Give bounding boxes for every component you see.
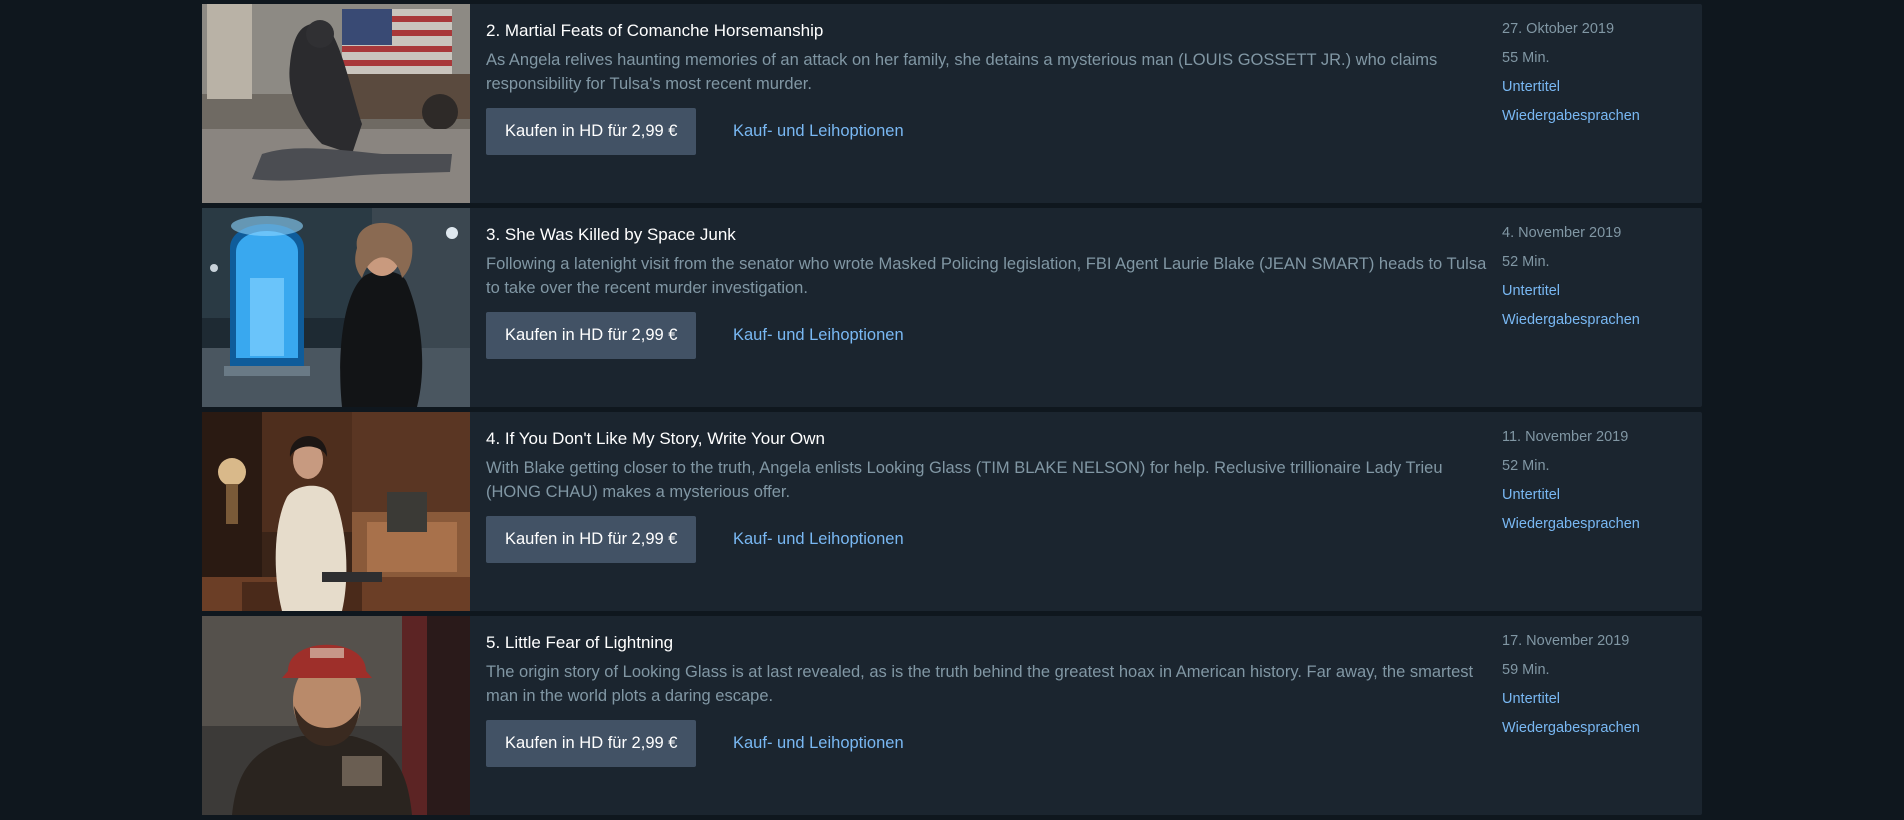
- buy-hd-button[interactable]: Kaufen in HD für 2,99 €: [486, 720, 697, 767]
- episode-synopsis: As Angela relives haunting memories of a…: [486, 51, 1438, 93]
- buy-hd-button[interactable]: Kaufen in HD für 2,99 €: [486, 312, 697, 359]
- purchase-options-link[interactable]: Kauf- und Leihoptionen: [733, 720, 904, 767]
- release-date: 4. November 2019: [1502, 225, 1622, 241]
- episode-thumbnail[interactable]: [202, 616, 470, 815]
- audio-languages-link[interactable]: Wiedergabesprachen: [1502, 312, 1692, 341]
- release-date: 17. November 2019: [1502, 633, 1630, 649]
- subtitles-link[interactable]: Untertitel: [1502, 691, 1692, 720]
- subtitles-link[interactable]: Untertitel: [1502, 79, 1692, 108]
- buy-hd-button[interactable]: Kaufen in HD für 2,99 €: [486, 516, 697, 563]
- episode-card: 4. If You Don't Like My Story, Write You…: [202, 412, 1702, 611]
- runtime: 52 Min.: [1502, 254, 1550, 270]
- episode-thumbnail[interactable]: [202, 208, 470, 407]
- episode-synopsis: Following a latenight visit from the sen…: [486, 255, 1487, 297]
- episode-list: 2. Martial Feats of Comanche Horsemanshi…: [202, 4, 1702, 820]
- episode-meta: 27. Oktober 2019 55 Min. Untertitel Wied…: [1502, 21, 1692, 137]
- audio-languages-link[interactable]: Wiedergabesprachen: [1502, 108, 1692, 137]
- purchase-options-link[interactable]: Kauf- und Leihoptionen: [733, 516, 904, 563]
- release-date: 27. Oktober 2019: [1502, 21, 1615, 37]
- runtime: 59 Min.: [1502, 662, 1550, 678]
- episode-title[interactable]: 3. She Was Killed by Space Junk: [486, 225, 736, 245]
- episode-title[interactable]: 4. If You Don't Like My Story, Write You…: [486, 429, 825, 449]
- episode-card: 5. Little Fear of Lightning The origin s…: [202, 616, 1702, 815]
- episode-meta: 17. November 2019 59 Min. Untertitel Wie…: [1502, 633, 1692, 749]
- episode-thumbnail[interactable]: [202, 4, 470, 203]
- purchase-options-link[interactable]: Kauf- und Leihoptionen: [733, 312, 904, 359]
- episode-card: 3. She Was Killed by Space Junk Followin…: [202, 208, 1702, 407]
- episode-meta: 11. November 2019 52 Min. Untertitel Wie…: [1502, 429, 1692, 545]
- episode-thumbnail-image: [202, 208, 470, 407]
- episode-thumbnail-image: [202, 616, 470, 815]
- subtitles-link[interactable]: Untertitel: [1502, 283, 1692, 312]
- episode-card: 2. Martial Feats of Comanche Horsemanshi…: [202, 4, 1702, 203]
- buy-hd-button[interactable]: Kaufen in HD für 2,99 €: [486, 108, 697, 155]
- episode-synopsis: With Blake getting closer to the truth, …: [486, 459, 1443, 501]
- runtime: 52 Min.: [1502, 458, 1550, 474]
- runtime: 55 Min.: [1502, 50, 1550, 66]
- release-date: 11. November 2019: [1502, 429, 1629, 445]
- episode-title[interactable]: 5. Little Fear of Lightning: [486, 633, 673, 653]
- subtitles-link[interactable]: Untertitel: [1502, 487, 1692, 516]
- episode-thumbnail[interactable]: [202, 412, 470, 611]
- episode-meta: 4. November 2019 52 Min. Untertitel Wied…: [1502, 225, 1692, 341]
- audio-languages-link[interactable]: Wiedergabesprachen: [1502, 720, 1692, 749]
- purchase-options-link[interactable]: Kauf- und Leihoptionen: [733, 108, 904, 155]
- episode-thumbnail-image: [202, 4, 470, 203]
- episode-synopsis: The origin story of Looking Glass is at …: [486, 663, 1474, 705]
- episode-title[interactable]: 2. Martial Feats of Comanche Horsemanshi…: [486, 21, 823, 41]
- audio-languages-link[interactable]: Wiedergabesprachen: [1502, 516, 1692, 545]
- episode-thumbnail-image: [202, 412, 470, 611]
